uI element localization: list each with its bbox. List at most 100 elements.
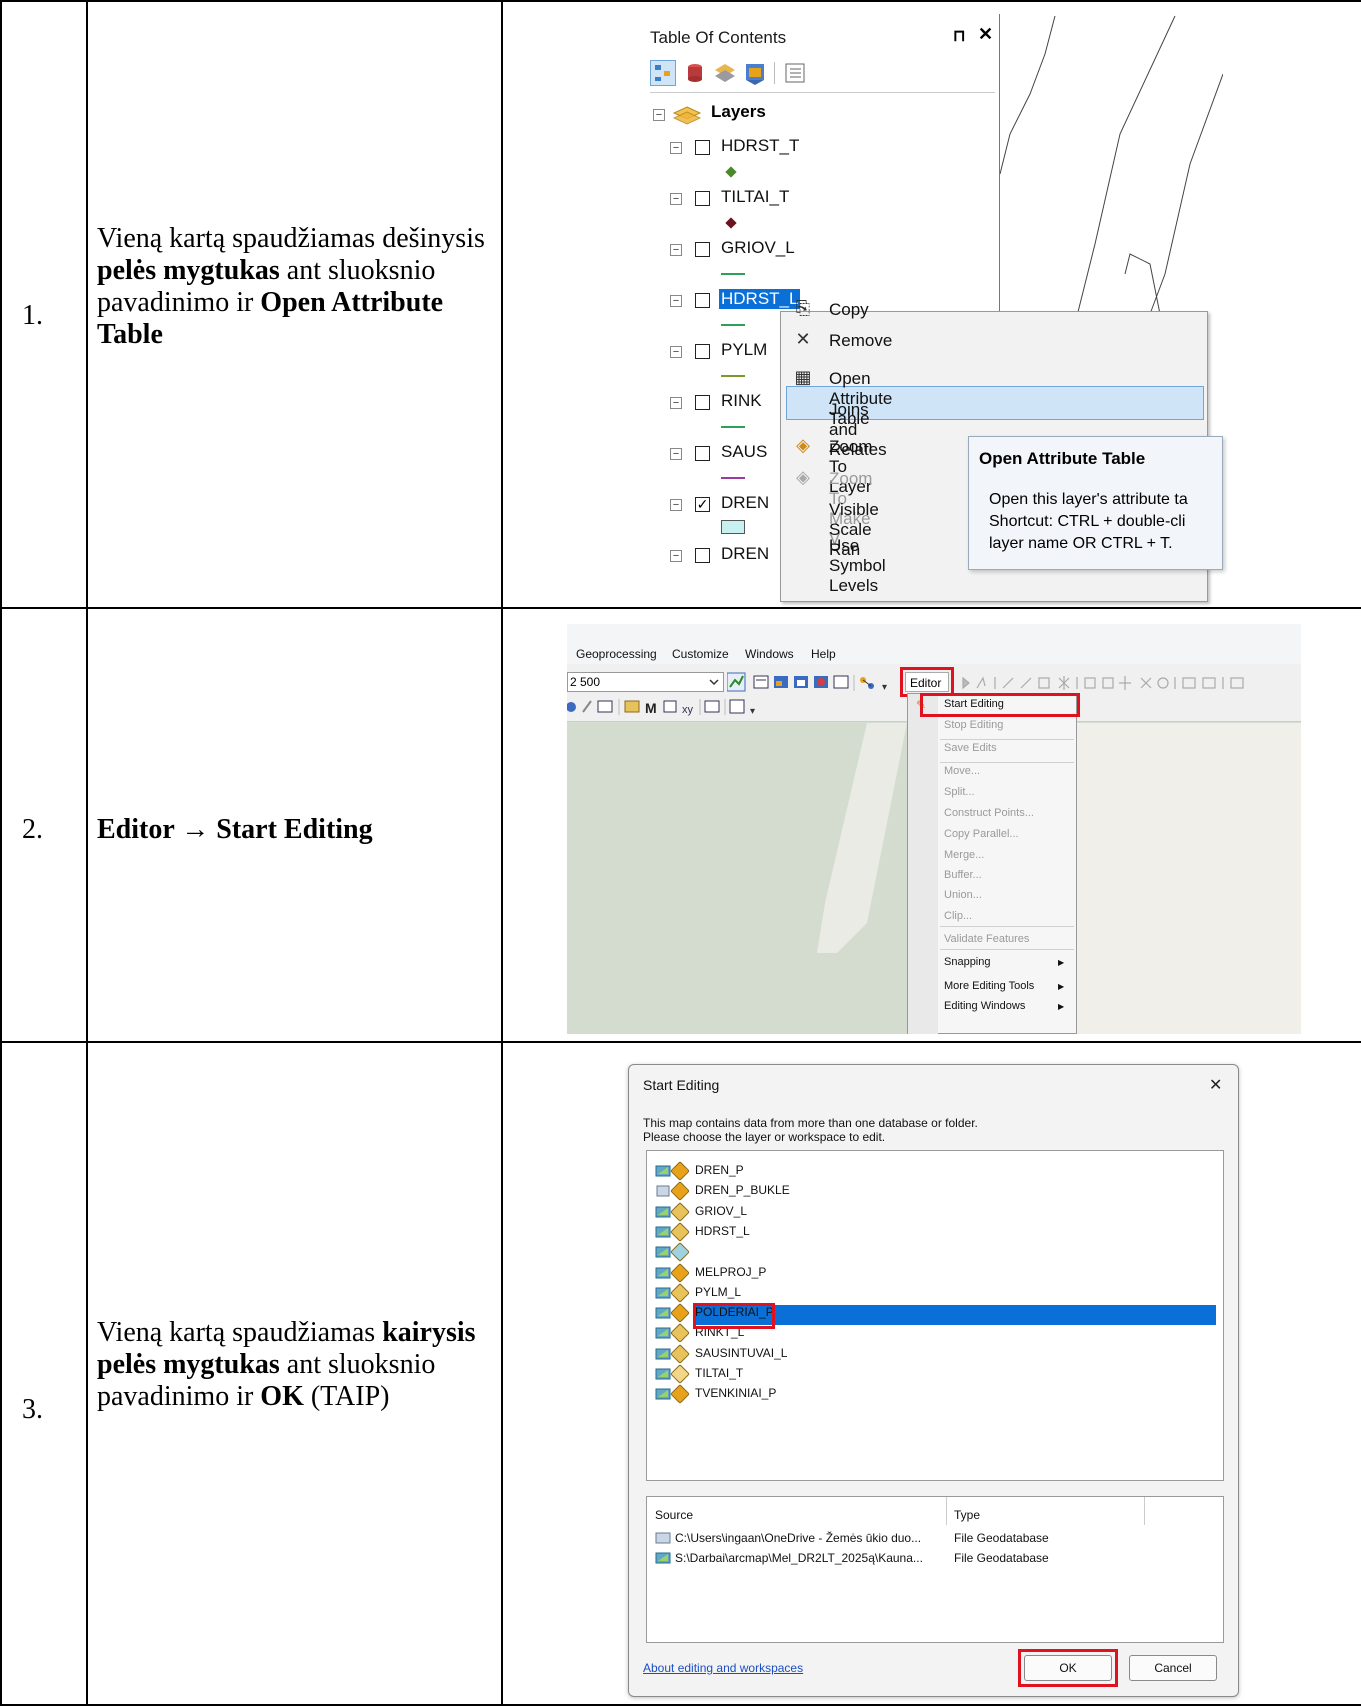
editor-menu-item[interactable]: Validate Features	[944, 933, 1029, 945]
tooltip-title: Open Attribute Table	[979, 449, 1146, 468]
editor-menu-item[interactable]: Editing Windows	[944, 1000, 1025, 1012]
editor-menu-item[interactable]: Save Edits	[944, 742, 997, 754]
layer-list-item[interactable]: DREN_P	[695, 1163, 744, 1177]
layer-name[interactable]: HDRST_T	[721, 136, 799, 156]
hdrst-t-highlight-box	[693, 1303, 775, 1329]
layer-visibility-checkbox[interactable]	[695, 191, 710, 206]
close-icon[interactable]: ✕	[978, 24, 993, 45]
layer-list-item[interactable]: HDRST_L	[695, 1224, 750, 1238]
layer-list-item[interactable]: DREN_P_BUKLE	[695, 1183, 790, 1197]
collapse-icon[interactable]: −	[670, 499, 682, 511]
editor-menu-item[interactable]: Clip...	[944, 910, 972, 922]
close-icon[interactable]: ✕	[1209, 1075, 1222, 1095]
editor-menu-item[interactable]: Construct Points...	[944, 807, 1034, 819]
table-border-top	[0, 0, 1361, 2]
layer-name[interactable]: HDRST_L	[719, 289, 801, 309]
layer-name[interactable]: GRIOV_L	[721, 238, 795, 258]
cancel-button[interactable]: Cancel	[1129, 1655, 1217, 1681]
editor-menu-item[interactable]: Merge...	[944, 849, 984, 861]
collapse-icon[interactable]: −	[653, 109, 665, 121]
instruction-bold: pelės mygtukas	[97, 255, 280, 286]
collapse-icon[interactable]: −	[670, 397, 682, 409]
layer-list-item[interactable]: TILTAI_T	[695, 1366, 743, 1380]
layer-name[interactable]: TILTAI_T	[721, 187, 789, 207]
menu-separator	[940, 949, 1074, 950]
row-divider-2	[0, 1041, 1361, 1043]
collapse-icon[interactable]: −	[670, 448, 682, 460]
context-menu-item[interactable]: Copy	[829, 300, 869, 320]
layer-name[interactable]: DREN	[721, 544, 769, 564]
collapse-icon[interactable]: −	[670, 346, 682, 358]
layers-root-label[interactable]: Layers	[711, 102, 766, 122]
source-path[interactable]: S:\Darbai\arcmap\Mel_DR2LT_2025ą\Kauna..…	[675, 1551, 923, 1565]
source-path[interactable]: C:\Users\ingaan\OneDrive - Žemės ūkio du…	[675, 1531, 921, 1545]
source-list[interactable]: Source Type C:\Users\ingaan\OneDrive - Ž…	[646, 1496, 1224, 1643]
layer-list-item[interactable]: TVENKINIAI_P	[695, 1386, 776, 1400]
layer-type-icon	[670, 1364, 690, 1384]
editor-menu-item[interactable]: Split...	[944, 786, 975, 798]
menu-customize[interactable]: Customize	[672, 647, 729, 661]
layer-name[interactable]: SAUS	[721, 442, 767, 462]
layer-visibility-checkbox[interactable]	[695, 344, 710, 359]
instruction-bold: Editor → Start Editing	[97, 814, 373, 845]
layer-list-item[interactable]: MELPROJ_P	[695, 1265, 766, 1279]
toolbar-separator	[774, 62, 775, 84]
editor-menu-item[interactable]: More Editing Tools	[944, 980, 1034, 992]
toolbar-icons[interactable]: ▾	[727, 672, 905, 694]
layer-visibility-checkbox[interactable]	[695, 395, 710, 410]
context-menu-item[interactable]: Remove	[829, 331, 892, 351]
editor-menu-item[interactable]: Stop Editing	[944, 719, 1003, 731]
pin-icon[interactable]: ⊓	[953, 26, 965, 46]
layer-type-icon	[670, 1202, 690, 1222]
instruction-text: Vieną kartą spaudžiamas dešinysis	[97, 223, 485, 254]
start-editing-highlight-box	[920, 693, 1080, 717]
collapse-icon[interactable]: −	[670, 193, 682, 205]
layer-visibility-checkbox[interactable]	[695, 446, 710, 461]
layer-list-item[interactable]: PYLM_L	[695, 1285, 741, 1299]
collapse-icon[interactable]: −	[670, 295, 682, 307]
layer-name[interactable]: PYLM	[721, 340, 767, 360]
chevron-down-icon[interactable]	[707, 674, 721, 690]
layer-workspace-list[interactable]: DREN_P DREN_P_BUKLE GRIOV_L HDRST_L HDRST_T M…	[646, 1150, 1224, 1481]
editor-menu-item[interactable]: Copy Parallel...	[944, 828, 1019, 840]
collapse-icon[interactable]: −	[670, 550, 682, 562]
layer-type-icon	[670, 1303, 690, 1323]
toolbar-icons-row2[interactable]: M xy ▾	[567, 696, 767, 718]
layer-name[interactable]: DREN	[721, 493, 769, 513]
collapse-icon[interactable]: −	[670, 142, 682, 154]
type-column-header[interactable]: Type	[954, 1508, 980, 1522]
layer-visibility-checkbox[interactable]	[695, 293, 710, 308]
menu-help[interactable]: Help	[811, 647, 836, 661]
list-by-visibility-icon[interactable]	[712, 60, 738, 86]
svg-text:▾: ▾	[750, 706, 755, 717]
source-column-header[interactable]: Source	[655, 1508, 693, 1522]
editor-menu-item[interactable]: Buffer...	[944, 869, 982, 881]
layer-visibility-checkbox[interactable]	[695, 548, 710, 563]
list-by-source-icon[interactable]	[682, 60, 708, 86]
folder-db-icon	[655, 1267, 671, 1279]
menu-geoprocessing[interactable]: Geoprocessing	[576, 647, 657, 661]
layer-list-item[interactable]: SAUSINTUVAI_L	[695, 1346, 787, 1360]
layer-visibility-checkbox[interactable]: ✓	[695, 497, 710, 512]
layer-visibility-checkbox[interactable]	[695, 140, 710, 155]
editor-toolbar-icons	[962, 676, 1244, 690]
editor-menu-item[interactable]: Union...	[944, 889, 982, 901]
zoom-layer-icon: ◈	[796, 435, 810, 456]
list-by-selection-icon[interactable]	[742, 60, 768, 86]
editor-menu-item[interactable]: Snapping	[944, 956, 991, 968]
about-editing-link[interactable]: About editing and workspaces	[643, 1661, 803, 1675]
options-icon[interactable]	[782, 60, 808, 86]
list-by-drawing-order-icon[interactable]	[650, 60, 676, 86]
context-menu-item[interactable]: Use Symbol Levels	[829, 536, 886, 596]
layer-list-item[interactable]: HDRST_T	[695, 1244, 750, 1258]
layer-name[interactable]: RINK	[721, 391, 762, 411]
folder-db-icon	[655, 1165, 671, 1177]
menu-windows[interactable]: Windows	[745, 647, 794, 661]
layer-list-item[interactable]: GRIOV_L	[695, 1204, 747, 1218]
line-symbol-icon	[721, 273, 745, 275]
layer-visibility-checkbox[interactable]	[695, 242, 710, 257]
map-scale-input[interactable]: 2 500	[567, 672, 724, 692]
folder-db-icon	[655, 1348, 671, 1360]
collapse-icon[interactable]: −	[670, 244, 682, 256]
editor-menu-item[interactable]: Move...	[944, 765, 980, 777]
